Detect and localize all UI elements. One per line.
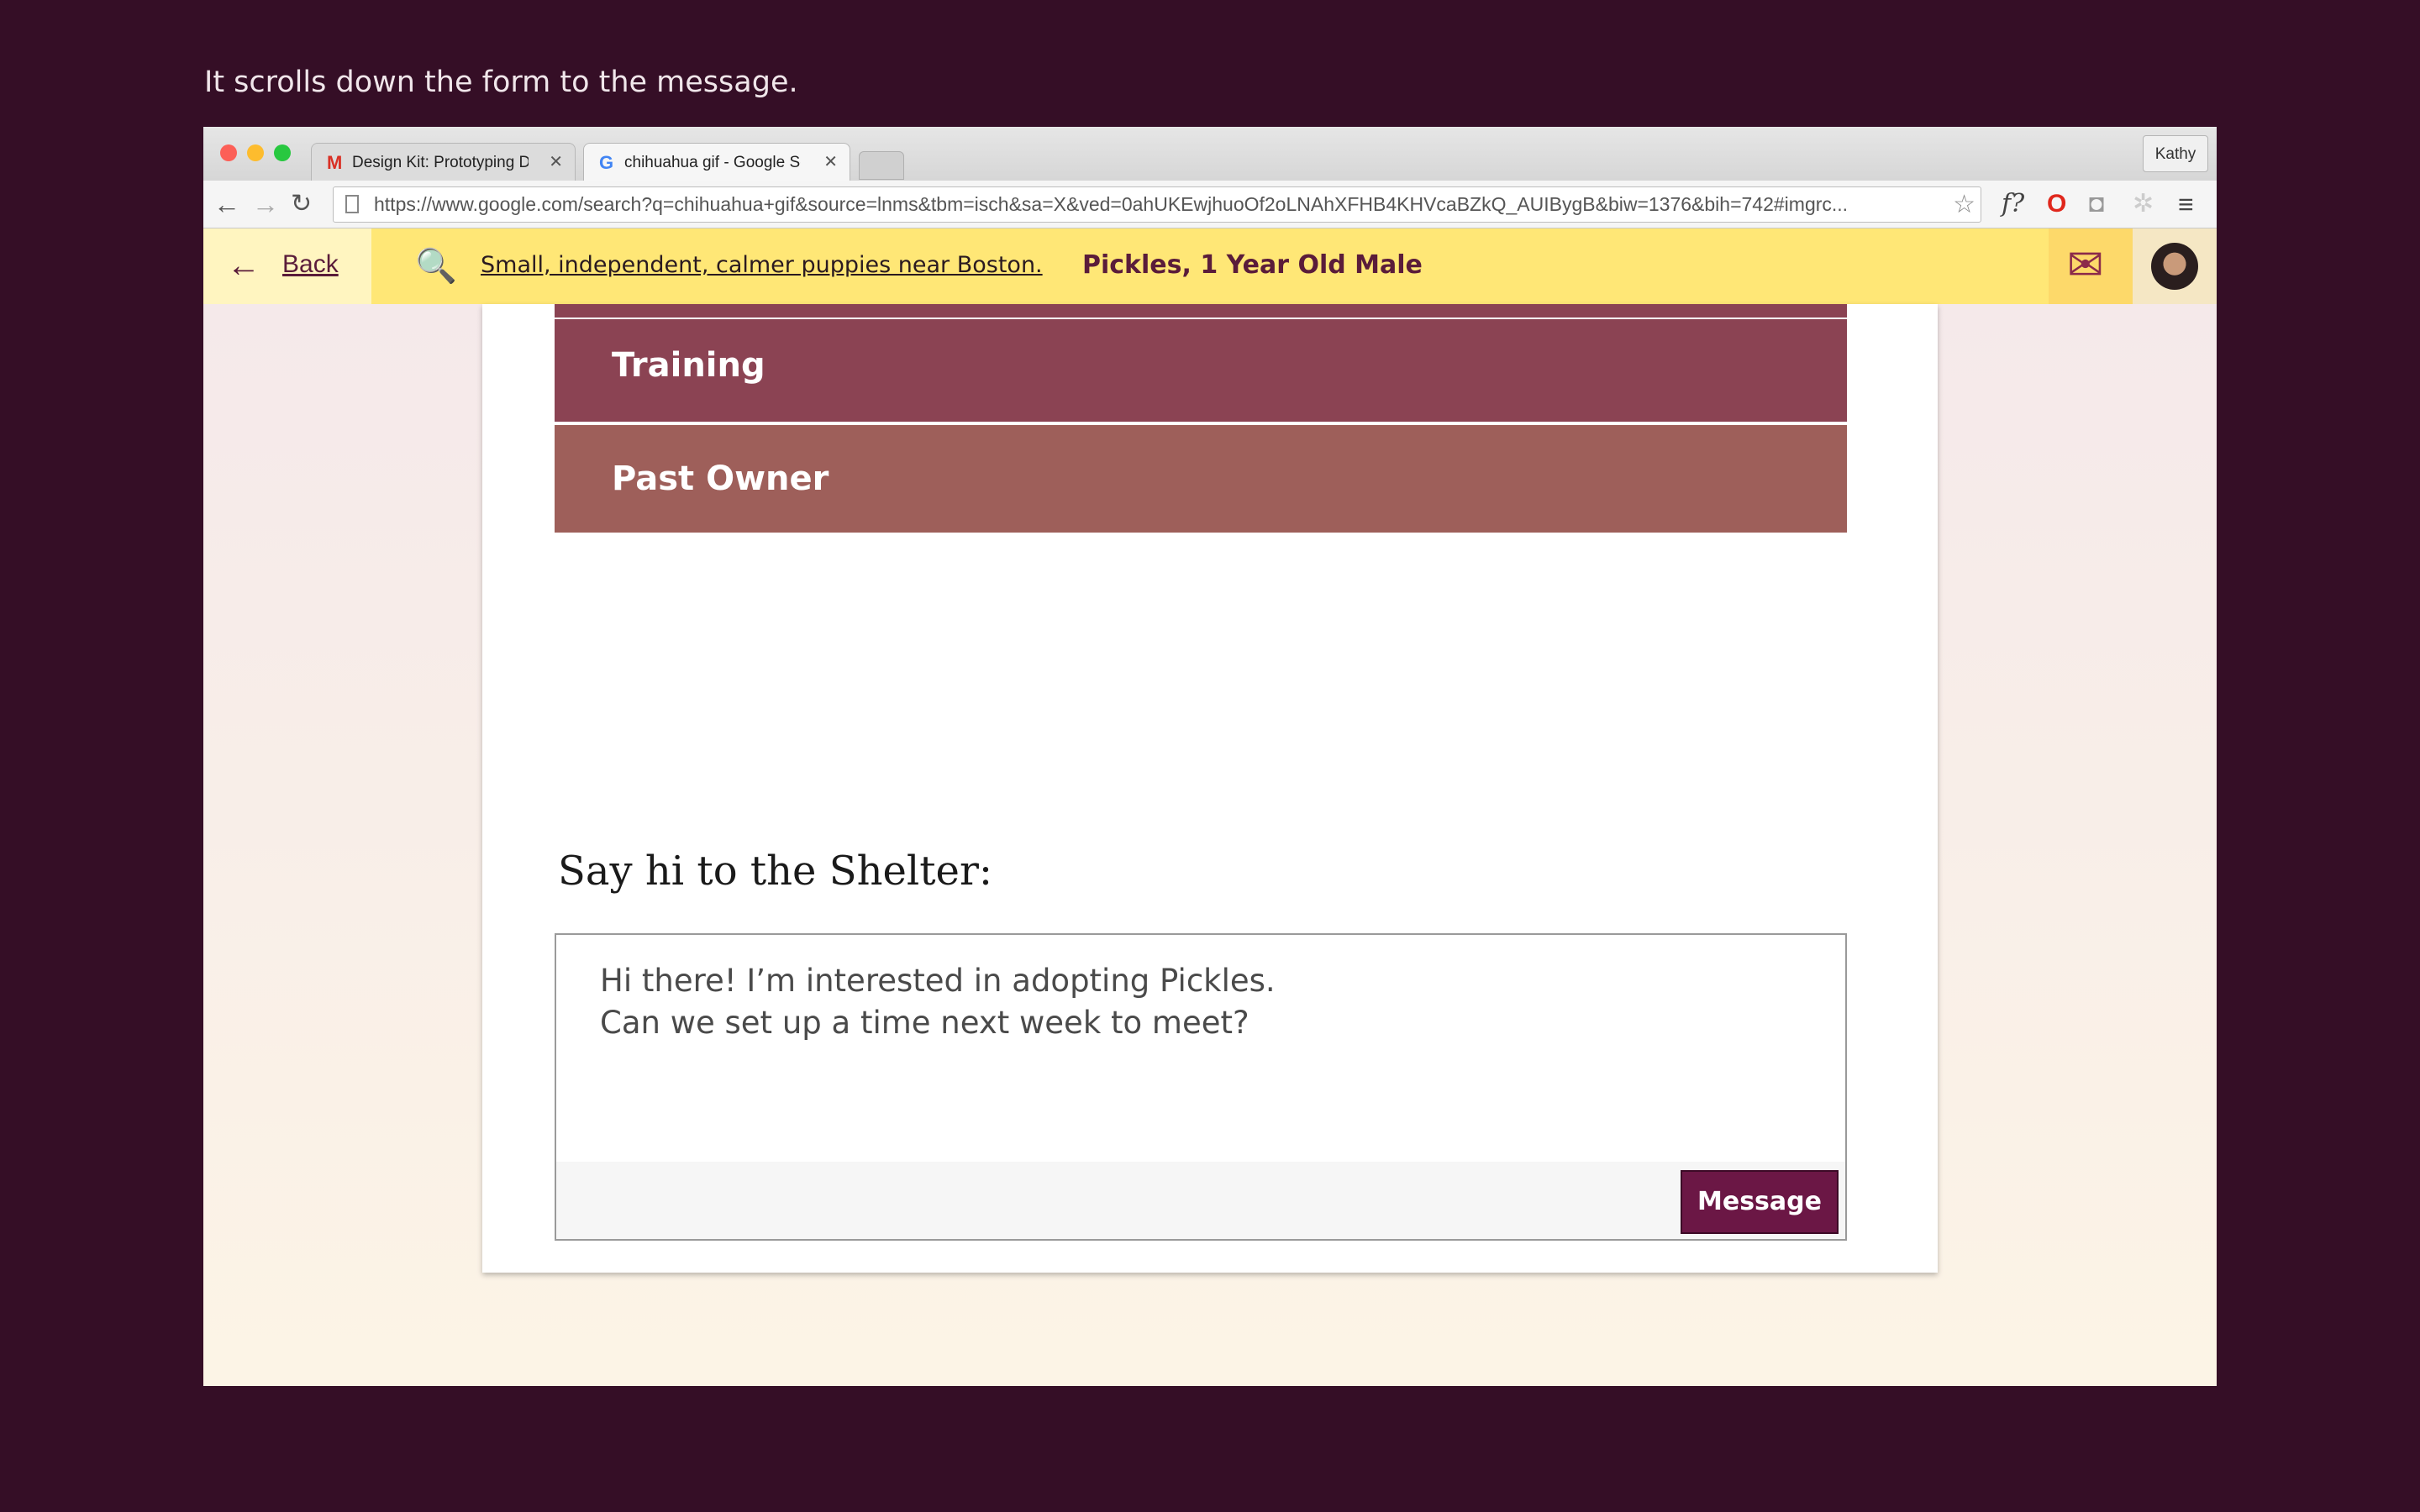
address-bar[interactable]: https://www.google.com/search?q=chihuahu… (333, 186, 1981, 223)
browser-toolbar: ← → ↻ https://www.google.com/search?q=ch… (203, 181, 2217, 228)
magnifier-icon: 🔍 (415, 248, 457, 285)
section-training[interactable]: Training (555, 319, 1847, 422)
message-text: Hi there! I’m interested in adopting Pic… (600, 960, 1276, 1044)
camera-icon[interactable]: ◘ (2089, 187, 2104, 221)
new-tab-button[interactable] (859, 151, 904, 180)
opera-icon[interactable]: O (2047, 187, 2066, 221)
back-link[interactable]: Back (282, 250, 339, 279)
close-tab-icon[interactable]: ✕ (823, 144, 838, 181)
url-text: https://www.google.com/search?q=chihuahu… (374, 193, 1849, 215)
mail-button[interactable]: ✉ (2049, 228, 2133, 304)
tab-label: Design Kit: Prototyping Da (352, 154, 529, 171)
slide-caption: It scrolls down the form to the message. (204, 66, 798, 99)
mail-icon: ✉ (2067, 241, 2104, 290)
google-icon: G (599, 152, 614, 173)
message-textarea[interactable]: Hi there! I’m interested in adopting Pic… (555, 933, 1847, 1241)
minimize-window-button[interactable] (247, 144, 264, 161)
forward-arrow-icon[interactable]: → (252, 186, 279, 223)
message-line: Hi there! I’m interested in adopting Pic… (600, 963, 1276, 999)
bookmark-star-icon[interactable]: ☆ (1953, 187, 1975, 222)
page-icon (345, 195, 359, 213)
avatar (2151, 243, 2198, 290)
profile-button[interactable]: Kathy (2143, 135, 2208, 172)
gear-icon[interactable]: ✲ (2133, 187, 2154, 221)
message-heading: Say hi to the Shelter: (558, 848, 993, 895)
back-arrow-icon[interactable]: ← (227, 245, 260, 286)
avatar-button[interactable] (2133, 228, 2217, 304)
message-footer: Message (556, 1162, 1845, 1239)
message-button[interactable]: Message (1681, 1170, 1839, 1234)
back-arrow-icon[interactable]: ← (213, 186, 240, 223)
menu-icon[interactable]: ≡ (2178, 187, 2194, 221)
extension-font-icon[interactable]: f? (2002, 187, 2024, 221)
tab-strip: M Design Kit: Prototyping Da ✕ G chihuah… (203, 127, 2217, 181)
reload-icon[interactable]: ↻ (291, 186, 312, 223)
tab-label: chihuahua gif - Google Sea (624, 154, 801, 171)
section-strip (555, 304, 1847, 318)
close-tab-icon[interactable]: ✕ (549, 144, 563, 181)
browser-window: M Design Kit: Prototyping Da ✕ G chihuah… (203, 127, 2217, 1386)
message-line: Can we set up a time next week to meet? (600, 1005, 1249, 1041)
tab-chihuahua-gif[interactable]: G chihuahua gif - Google Sea ✕ (583, 143, 850, 181)
gmail-icon: M (327, 152, 343, 173)
tab-design-kit[interactable]: M Design Kit: Prototyping Da ✕ (311, 143, 576, 181)
back-nav[interactable]: ← Back (203, 228, 371, 304)
close-window-button[interactable] (220, 144, 237, 161)
dog-title: Pickles, 1 Year Old Male (1082, 250, 1423, 280)
section-past-owner[interactable]: Past Owner (555, 425, 1847, 533)
search-query-link[interactable]: Small, independent, calmer puppies near … (481, 252, 1043, 278)
maximize-window-button[interactable] (274, 144, 291, 161)
app-header: ← Back 🔍 Small, independent, calmer pupp… (203, 228, 2217, 304)
